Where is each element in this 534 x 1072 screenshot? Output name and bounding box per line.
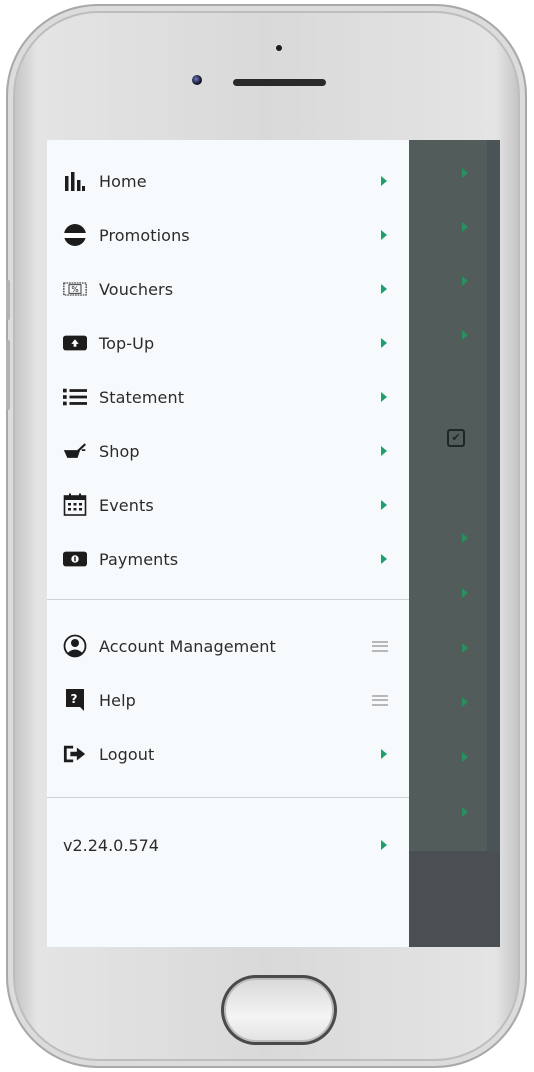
background-content <box>409 140 487 851</box>
menu-item-label: Payments <box>99 549 179 569</box>
earpiece-speaker <box>233 79 326 86</box>
top-up-icon <box>63 331 87 355</box>
menu-item-events[interactable]: Events <box>47 485 409 525</box>
help-icon: ? <box>63 688 87 712</box>
menu-item-account-management[interactable]: Account Management <box>47 626 409 666</box>
menu-item-label: Account Management <box>99 636 276 656</box>
chevron-right-icon <box>381 500 387 510</box>
chevron-right-icon <box>381 230 387 240</box>
background-checkbox-icon: ✔ <box>447 429 465 447</box>
chevron-right-icon <box>381 284 387 294</box>
chevron-right-icon <box>381 554 387 564</box>
menu-item-top-up[interactable]: Top-Up <box>47 323 409 363</box>
home-button[interactable] <box>221 975 337 1045</box>
bar-chart-icon <box>63 169 87 193</box>
voucher-icon: % <box>63 277 87 301</box>
calendar-icon <box>63 493 87 517</box>
navigation-drawer: Home Promotions % Vouchers Top-Up Statem… <box>47 140 409 947</box>
hamburger-icon <box>372 640 388 652</box>
user-icon <box>63 634 87 658</box>
menu-item-label: Logout <box>99 744 155 764</box>
chevron-right-icon <box>381 392 387 402</box>
menu-item-label: Help <box>99 690 136 710</box>
background-footer <box>409 851 500 947</box>
chevron-right-icon <box>381 338 387 348</box>
svg-text:%: % <box>71 285 78 294</box>
background-arrow-icon <box>462 697 468 707</box>
background-arrow-icon <box>462 588 468 598</box>
payments-icon <box>63 547 87 571</box>
menu-item-label: Statement <box>99 387 185 407</box>
menu-item-logout[interactable]: Logout <box>47 734 409 774</box>
menu-item-vouchers[interactable]: % Vouchers <box>47 269 409 309</box>
chevron-right-icon <box>381 749 387 759</box>
menu-item-statement[interactable]: Statement <box>47 377 409 417</box>
menu-item-help[interactable]: ? Help <box>47 680 409 720</box>
version-row[interactable]: v2.24.0.574 <box>47 825 409 865</box>
svg-text:?: ? <box>71 692 78 706</box>
background-arrow-icon <box>462 752 468 762</box>
background-arrow-icon <box>462 330 468 340</box>
front-camera <box>192 75 202 85</box>
app-version: v2.24.0.574 <box>63 835 159 855</box>
volume-down-button <box>6 340 10 410</box>
menu-item-label: Events <box>99 495 154 515</box>
proximity-sensor <box>276 45 282 51</box>
menu-item-payments[interactable]: Payments <box>47 539 409 579</box>
menu-item-shop[interactable]: Shop <box>47 431 409 471</box>
menu-item-promotions[interactable]: Promotions <box>47 215 409 255</box>
background-arrow-icon <box>462 276 468 286</box>
background-arrow-icon <box>462 807 468 817</box>
shop-icon <box>63 439 87 463</box>
background-arrow-icon <box>462 643 468 653</box>
chevron-right-icon <box>381 840 387 850</box>
list-icon <box>63 385 87 409</box>
menu-item-label: Shop <box>99 441 140 461</box>
background-arrow-icon <box>462 533 468 543</box>
chevron-right-icon <box>381 176 387 186</box>
app-screen: ✔ Home Promotions % Vouchers Top-Up Stat… <box>47 140 500 947</box>
menu-divider <box>47 599 409 600</box>
menu-item-home[interactable]: Home <box>47 161 409 201</box>
background-arrow-icon <box>462 222 468 232</box>
hamburger-icon <box>372 694 388 706</box>
menu-item-label: Vouchers <box>99 279 174 299</box>
menu-item-label: Promotions <box>99 225 190 245</box>
logout-icon <box>63 742 87 766</box>
menu-item-label: Top-Up <box>99 333 155 353</box>
promo-badge-icon <box>63 223 87 247</box>
volume-up-button <box>6 280 10 320</box>
background-arrow-icon <box>462 168 468 178</box>
menu-divider <box>47 797 409 798</box>
chevron-right-icon <box>381 446 387 456</box>
menu-item-label: Home <box>99 171 147 191</box>
